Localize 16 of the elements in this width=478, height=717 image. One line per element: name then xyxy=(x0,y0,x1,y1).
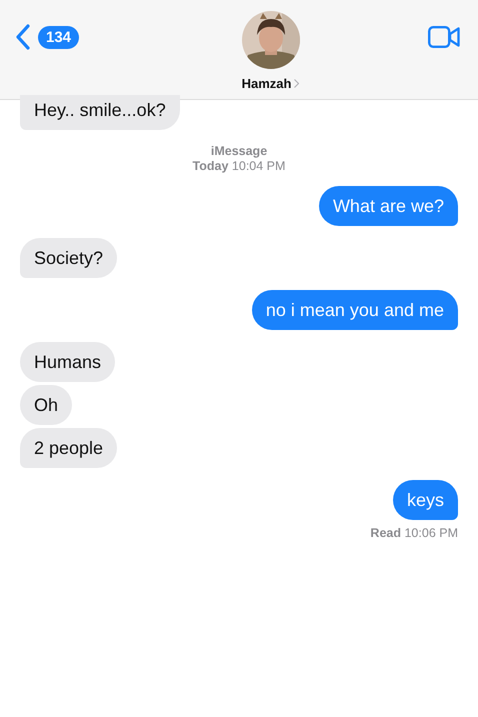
received-message-bubble[interactable]: Oh xyxy=(20,385,72,425)
read-receipt: Read 10:06 PM xyxy=(370,526,458,540)
received-message-bubble[interactable]: 2 people xyxy=(20,428,118,468)
timestamp: Today 10:04 PM xyxy=(192,159,286,174)
received-message-bubble[interactable]: Humans xyxy=(20,342,116,382)
sent-message-bubble[interactable]: no i mean you and me xyxy=(252,290,458,330)
service-label: iMessage xyxy=(210,144,268,159)
unread-count-badge[interactable]: 134 xyxy=(38,26,80,48)
video-camera-icon[interactable] xyxy=(428,26,460,48)
sent-message-bubble[interactable]: What are we? xyxy=(318,186,458,226)
back-chevron-icon[interactable] xyxy=(16,24,30,50)
chevron-icon xyxy=(294,79,300,88)
received-message-bubble[interactable]: Society? xyxy=(20,238,118,278)
received-message-bubble[interactable]: Hey.. smile...ok? xyxy=(20,95,180,130)
contact-name[interactable]: Hamzah xyxy=(242,76,292,91)
sent-message-bubble[interactable]: keys xyxy=(392,480,458,520)
